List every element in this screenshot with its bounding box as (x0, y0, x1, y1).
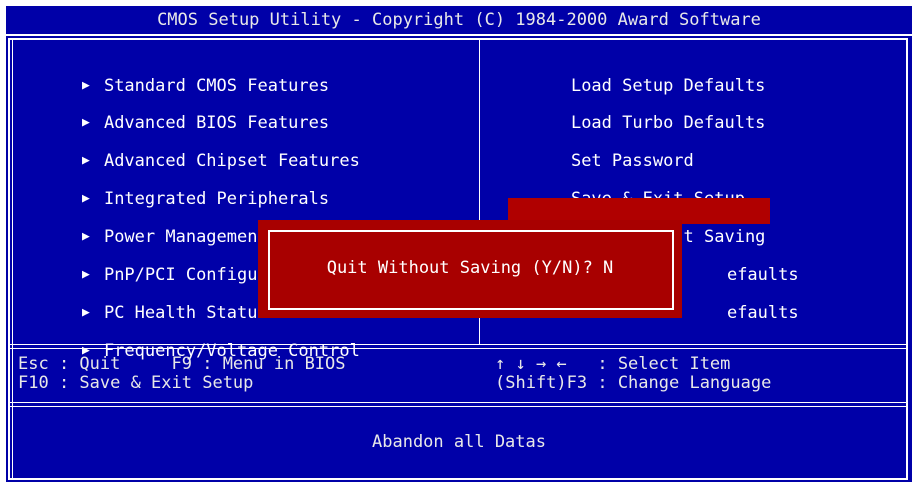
menu-item-advanced-chipset[interactable]: ▶ Advanced Chipset Features (35, 122, 366, 171)
footer-help-left-2: F10 : Save & Exit Setup (18, 373, 254, 393)
menu-item-set-password[interactable]: Set Password (524, 122, 700, 171)
footer-help-left-1: Esc : Quit F9 : Menu in BIOS (18, 354, 346, 374)
menu-item-defaults-b[interactable]: efaults (680, 274, 805, 323)
outer-border-left-inner (12, 38, 13, 480)
outer-border-top (8, 38, 908, 40)
menu-item-label: efaults (726, 303, 799, 323)
outer-border-right (906, 38, 908, 480)
footer-help-right-1: ↑ ↓ → ← : Select Item (495, 354, 731, 374)
menu-item-load-setup-defaults[interactable]: Load Setup Defaults (524, 47, 771, 96)
menu-item-save-exit[interactable]: Save & Exit Setup (524, 160, 751, 209)
menu-item-integrated-peripherals[interactable]: ▶ Integrated Peripherals (35, 160, 335, 209)
dialog-prompt[interactable]: Quit Without Saving (Y/N)? N (258, 258, 682, 278)
menu-item-pc-health[interactable]: ▶ PC Health Status (35, 274, 274, 323)
status-divider-2 (8, 406, 908, 407)
status-divider (8, 402, 908, 403)
title-bar: CMOS Setup Utility - Copyright (C) 1984-… (6, 6, 912, 34)
menu-item-standard-cmos[interactable]: ▶ Standard CMOS Features (35, 47, 335, 96)
outer-border-left (8, 38, 10, 480)
window-title: CMOS Setup Utility - Copyright (C) 1984-… (157, 10, 761, 30)
outer-border-bottom (8, 478, 908, 480)
footer-help-right-2: (Shift)F3 : Change Language (495, 373, 772, 393)
menu-item-defaults-a[interactable]: efaults (680, 236, 805, 285)
menu-item-load-turbo-defaults[interactable]: Load Turbo Defaults (524, 84, 771, 133)
menu-item-advanced-bios[interactable]: ▶ Advanced BIOS Features (35, 84, 335, 133)
status-message: Abandon all Datas (372, 432, 546, 452)
menu-item-pnp-pci[interactable]: ▶ PnP/PCI Configura (35, 236, 284, 285)
